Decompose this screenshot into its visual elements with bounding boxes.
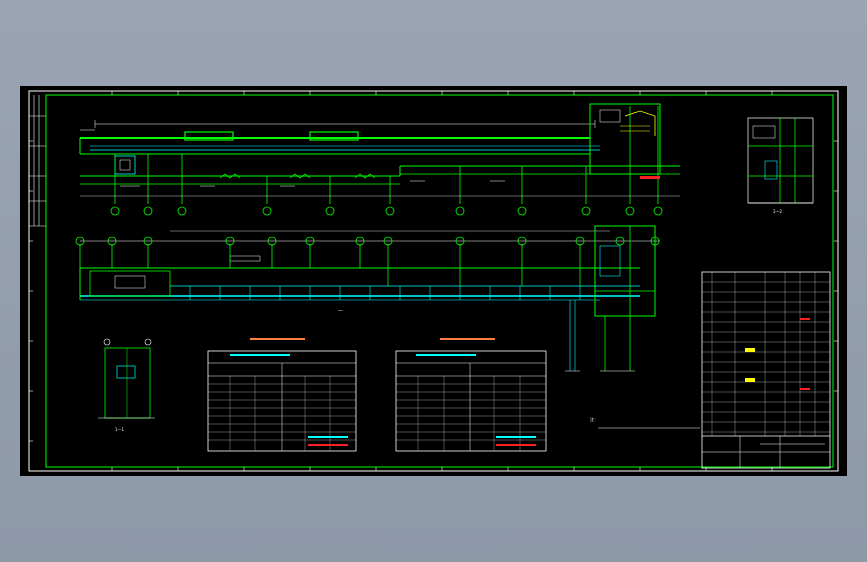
note-prefix: 注： (590, 416, 598, 422)
svg-text:—: — (338, 308, 343, 314)
parameter-table-1 (207, 338, 357, 452)
small-section-view: 1—1 (98, 338, 155, 432)
section-small-label: 1—1 (115, 427, 125, 432)
notes-block: 注： (590, 416, 700, 429)
right-section-view: 2—2 (747, 117, 814, 214)
title-block-bom (701, 271, 831, 469)
inner-frame (45, 94, 834, 468)
parameter-table-2 (395, 338, 547, 452)
cad-drawing-sheet: — 2—2 1—1 注： (28, 90, 839, 472)
top-elevation-view (79, 103, 680, 216)
border-column-ticks (111, 91, 773, 471)
middle-elevation-view: — (75, 225, 660, 372)
cad-drawing-area[interactable]: — 2—2 1—1 注： (20, 86, 847, 476)
section-right-label: 2—2 (773, 209, 783, 214)
left-revision-strip (29, 95, 46, 227)
